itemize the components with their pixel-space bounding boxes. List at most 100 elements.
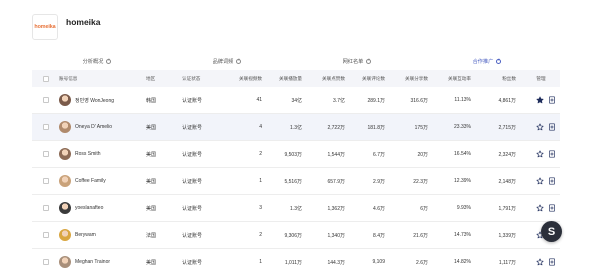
add-list-icon[interactable] xyxy=(548,204,556,212)
table-row[interactable]: yoeslanafteo 美国 认证账号 3 1.3亿 1,362万 4.6万 6万 9.93%… xyxy=(32,195,560,222)
tab-overview-label: 分析概况 xyxy=(82,58,104,65)
col-header-rate[interactable]: 关联互动率 xyxy=(428,76,471,82)
row-checkbox[interactable] xyxy=(42,97,49,103)
avatar xyxy=(59,175,71,187)
status-cell: 认证账号 xyxy=(182,259,203,266)
account-cell[interactable]: 정민영 WonJeong xyxy=(59,94,146,106)
star-icon[interactable] xyxy=(536,258,544,266)
add-list-icon[interactable] xyxy=(548,96,556,104)
account-cell[interactable]: yoeslanafteo xyxy=(59,202,146,214)
account-cell[interactable]: Ross Smith xyxy=(59,148,146,160)
col-header-shares[interactable]: 关联分享数 xyxy=(385,76,428,82)
region-cell: 美国 xyxy=(146,259,157,266)
tab-keywords[interactable]: 品牌词频? xyxy=(162,52,292,70)
col-header-comments[interactable]: 关联评论数 xyxy=(345,76,385,82)
table-row[interactable]: Coffee Family 美国 认证账号 1 5,516万 657.9万 2.9万 22.3… xyxy=(32,168,560,195)
account-cell[interactable]: Meghan Trainor xyxy=(59,256,146,268)
col-header-fans[interactable]: 粉丝数 xyxy=(471,76,516,82)
likes-cell: 1,362万 xyxy=(327,205,345,212)
star-icon[interactable] xyxy=(536,150,544,158)
shares-cell: 316.6万 xyxy=(410,97,428,104)
account-name[interactable]: Oneya D' Amelio xyxy=(75,124,112,130)
avatar xyxy=(59,256,71,268)
tab-overview[interactable]: 分析概况? xyxy=(32,52,162,70)
row-actions xyxy=(516,258,560,266)
floating-action-button[interactable]: S xyxy=(541,221,562,242)
status-cell: 认证账号 xyxy=(182,97,203,104)
help-icon: ? xyxy=(496,58,502,64)
account-name[interactable]: Meghan Trainor xyxy=(75,259,110,265)
rate-cell: 14.73% xyxy=(454,232,471,238)
comments-cell: 289.1万 xyxy=(367,97,385,104)
rate-cell: 14.82% xyxy=(454,259,471,265)
shares-cell: 175万 xyxy=(414,124,428,131)
row-checkbox[interactable] xyxy=(42,205,49,211)
tab-promotion-label: 合作推广 xyxy=(472,58,494,65)
shares-cell: 21.6万 xyxy=(413,232,428,239)
videos-cell: 1 xyxy=(259,259,262,265)
add-list-icon[interactable] xyxy=(548,123,556,131)
row-checkbox[interactable] xyxy=(42,151,49,157)
star-icon[interactable] xyxy=(536,204,544,212)
col-header-account[interactable]: 账号信息 xyxy=(59,76,146,82)
row-actions xyxy=(516,177,560,185)
row-checkbox[interactable] xyxy=(42,232,49,238)
col-header-manage: 管理 xyxy=(536,75,546,81)
comments-cell: 6.7万 xyxy=(373,151,385,158)
account-name[interactable]: yoeslanafteo xyxy=(75,205,103,211)
row-checkbox[interactable] xyxy=(42,178,49,184)
row-checkbox[interactable] xyxy=(42,259,49,265)
col-header-videos[interactable]: 关联视频数 xyxy=(218,76,262,82)
star-icon[interactable] xyxy=(536,123,544,131)
shares-cell: 22.3万 xyxy=(413,178,428,185)
table-row[interactable]: 정민영 WonJeong 韩国 认证账号 41 34亿 3.7亿 289.1万 316.6万 1… xyxy=(32,87,560,114)
tab-influencers[interactable]: 网红名单? xyxy=(292,52,422,70)
account-name[interactable]: Berywam xyxy=(75,232,96,238)
influencer-table: 账号信息 地区 认证状态 关联视频数 关联播放量 关联点赞数 关联评论数 关联分… xyxy=(32,70,560,268)
avatar xyxy=(59,229,71,241)
star-icon[interactable] xyxy=(536,96,544,104)
select-all-checkbox[interactable] xyxy=(42,75,49,82)
col-header-status[interactable]: 认证状态 xyxy=(182,76,218,82)
account-name[interactable]: Ross Smith xyxy=(75,151,101,157)
status-cell: 认证账号 xyxy=(182,205,203,212)
fans-cell: 1,791万 xyxy=(498,205,516,212)
account-cell[interactable]: Oneya D' Amelio xyxy=(59,121,146,133)
table-row[interactable]: Ross Smith 美国 认证账号 2 9,503万 1,544万 6.7万 20万 16.5… xyxy=(32,141,560,168)
fans-cell: 4,861万 xyxy=(498,97,516,104)
account-name[interactable]: 정민영 WonJeong xyxy=(75,97,114,104)
row-actions xyxy=(516,204,560,212)
help-icon: ? xyxy=(366,58,372,64)
brand-logo-text: homeika xyxy=(34,24,56,30)
plays-cell: 1,011万 xyxy=(284,259,302,266)
shares-cell: 2.6万 xyxy=(416,259,428,266)
col-header-likes[interactable]: 关联点赞数 xyxy=(302,76,345,82)
tab-promotion[interactable]: 合作推广? xyxy=(422,52,552,73)
videos-cell: 2 xyxy=(259,151,262,157)
row-checkbox[interactable] xyxy=(42,124,49,130)
col-header-region[interactable]: 地区 xyxy=(146,76,182,82)
plays-cell: 1.3亿 xyxy=(290,124,302,131)
add-list-icon[interactable] xyxy=(548,150,556,158)
col-header-plays[interactable]: 关联播放量 xyxy=(262,76,302,82)
likes-cell: 657.9万 xyxy=(327,178,345,185)
account-cell[interactable]: Coffee Family xyxy=(59,175,146,187)
likes-cell: 2,722万 xyxy=(327,124,345,131)
plays-cell: 9,503万 xyxy=(284,151,302,158)
add-list-icon[interactable] xyxy=(548,258,556,266)
comments-cell: 2.9万 xyxy=(373,178,385,185)
shares-cell: 6万 xyxy=(420,205,428,212)
account-cell[interactable]: Berywam xyxy=(59,229,146,241)
table-row[interactable]: Oneya D' Amelio 美国 认证账号 4 1.3亿 2,722万 181.8万 17… xyxy=(32,114,560,141)
table-row[interactable]: Meghan Trainor 美国 认证账号 1 1,011万 144.3万 9,109 2.… xyxy=(32,249,560,268)
table-row[interactable]: Berywam 法国 认证账号 2 9,306万 1,340万 8.4万 21.6万 14.73… xyxy=(32,222,560,249)
row-actions xyxy=(516,123,560,131)
comments-cell: 8.4万 xyxy=(373,232,385,239)
star-icon[interactable] xyxy=(536,177,544,185)
table-header: 账号信息 地区 认证状态 关联视频数 关联播放量 关联点赞数 关联评论数 关联分… xyxy=(32,70,560,87)
avatar xyxy=(59,121,71,133)
likes-cell: 144.3万 xyxy=(327,259,345,266)
account-name[interactable]: Coffee Family xyxy=(75,178,106,184)
add-list-icon[interactable] xyxy=(548,177,556,185)
help-icon: ? xyxy=(106,58,112,64)
